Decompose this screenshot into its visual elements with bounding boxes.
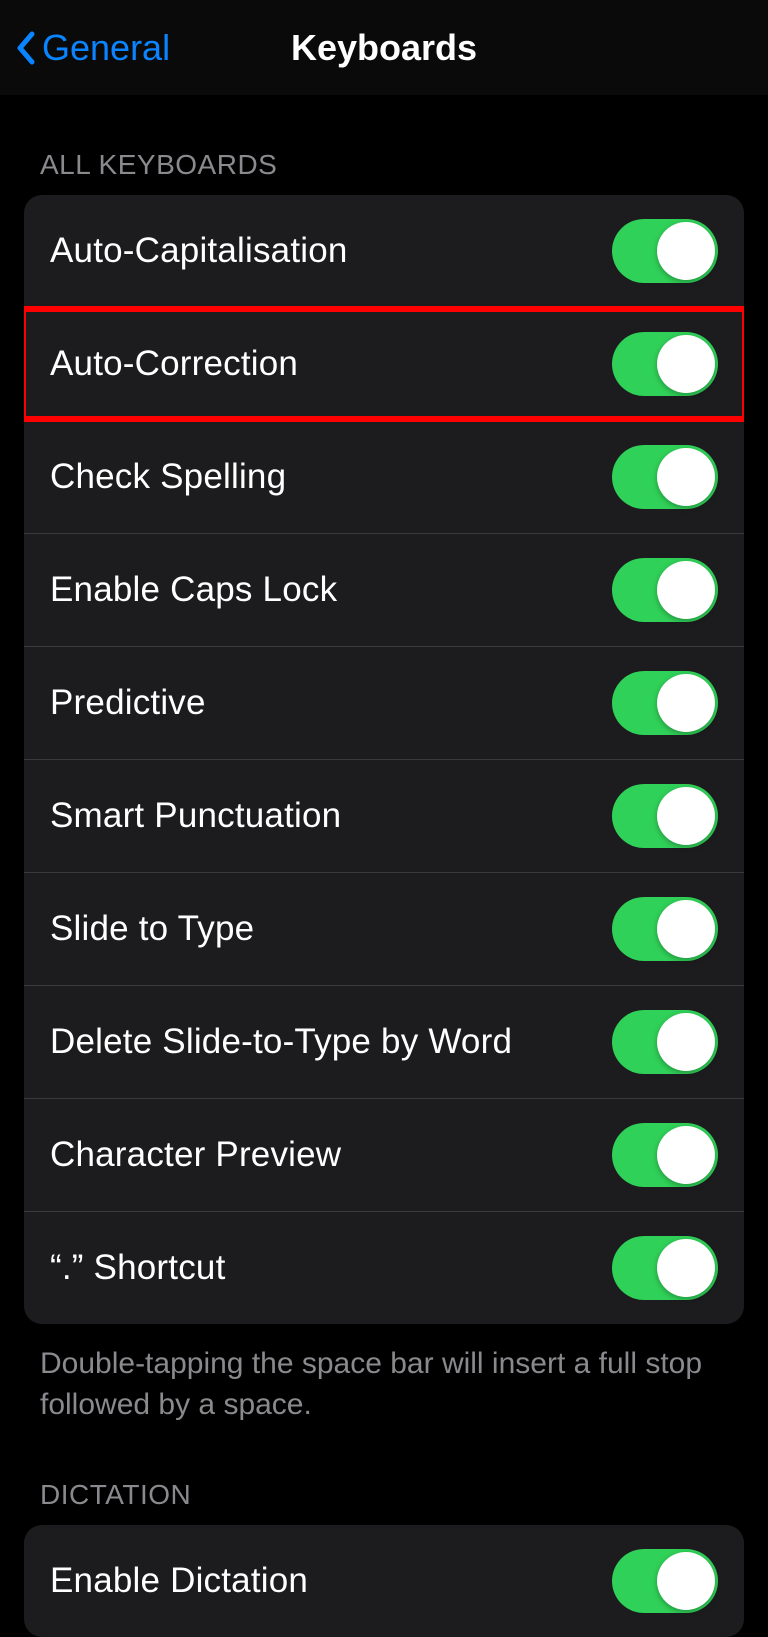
chevron-left-icon (16, 31, 36, 65)
toggle-knob (657, 1552, 715, 1610)
back-label: General (42, 27, 170, 69)
toggle-knob (657, 900, 715, 958)
toggle-delete-slide-by-word[interactable] (612, 1010, 718, 1074)
toggle-auto-capitalisation[interactable] (612, 219, 718, 283)
row-label: Slide to Type (50, 909, 254, 949)
section-header-dictation: DICTATION (24, 1425, 744, 1525)
toggle-smart-punctuation[interactable] (612, 784, 718, 848)
row-check-spelling: Check Spelling (24, 421, 744, 534)
row-auto-correction: Auto-Correction (24, 308, 744, 421)
toggle-knob (657, 448, 715, 506)
toggle-check-spelling[interactable] (612, 445, 718, 509)
row-label: Delete Slide-to-Type by Word (50, 1022, 512, 1062)
toggle-knob (657, 561, 715, 619)
content: ALL KEYBOARDS Auto-Capitalisation Auto-C… (0, 95, 768, 1637)
settings-group-all-keyboards: Auto-Capitalisation Auto-Correction Chec… (24, 195, 744, 1324)
row-smart-punctuation: Smart Punctuation (24, 760, 744, 873)
row-label: Auto-Correction (50, 344, 298, 384)
row-period-shortcut: “.” Shortcut (24, 1212, 744, 1324)
toggle-knob (657, 1013, 715, 1071)
toggle-auto-correction[interactable] (612, 332, 718, 396)
row-label: Smart Punctuation (50, 796, 341, 836)
row-predictive: Predictive (24, 647, 744, 760)
row-character-preview: Character Preview (24, 1099, 744, 1212)
toggle-character-preview[interactable] (612, 1123, 718, 1187)
row-label: Enable Caps Lock (50, 570, 337, 610)
toggle-knob (657, 222, 715, 280)
section-footer-all-keyboards: Double-tapping the space bar will insert… (24, 1324, 744, 1425)
row-label: Enable Dictation (50, 1561, 308, 1601)
row-enable-dictation: Enable Dictation (24, 1525, 744, 1637)
row-slide-to-type: Slide to Type (24, 873, 744, 986)
row-label: Check Spelling (50, 457, 286, 497)
row-label: Predictive (50, 683, 206, 723)
nav-bar: General Keyboards (0, 0, 768, 95)
toggle-knob (657, 787, 715, 845)
toggle-period-shortcut[interactable] (612, 1236, 718, 1300)
page-title: Keyboards (291, 27, 477, 69)
row-label: “.” Shortcut (50, 1248, 226, 1288)
row-delete-slide-by-word: Delete Slide-to-Type by Word (24, 986, 744, 1099)
row-auto-capitalisation: Auto-Capitalisation (24, 195, 744, 308)
toggle-enable-caps-lock[interactable] (612, 558, 718, 622)
toggle-predictive[interactable] (612, 671, 718, 735)
toggle-enable-dictation[interactable] (612, 1549, 718, 1613)
section-header-all-keyboards: ALL KEYBOARDS (24, 95, 744, 195)
row-enable-caps-lock: Enable Caps Lock (24, 534, 744, 647)
toggle-slide-to-type[interactable] (612, 897, 718, 961)
settings-group-dictation: Enable Dictation (24, 1525, 744, 1637)
toggle-knob (657, 335, 715, 393)
toggle-knob (657, 1239, 715, 1297)
toggle-knob (657, 1126, 715, 1184)
toggle-knob (657, 674, 715, 732)
back-button[interactable]: General (16, 27, 170, 69)
row-label: Character Preview (50, 1135, 341, 1175)
row-label: Auto-Capitalisation (50, 231, 348, 271)
